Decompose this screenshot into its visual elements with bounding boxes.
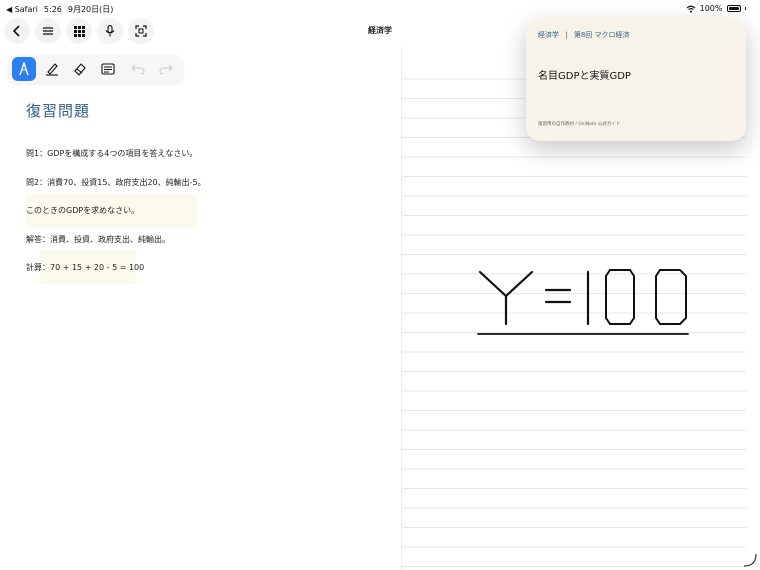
card-separator: |: [565, 31, 568, 39]
page-heading: 復習問題: [26, 102, 91, 120]
back-button[interactable]: [4, 18, 30, 44]
answer-line: 解答：消費、投資、政府支出、純輸出。: [26, 235, 170, 244]
page-margin: [746, 46, 760, 570]
pen-tool[interactable]: [12, 57, 36, 81]
redo-button[interactable]: [154, 57, 178, 81]
calculation-line: 計算：70 + 15 + 20 - 5 = 100: [26, 263, 145, 272]
redo-icon: [159, 64, 173, 75]
grid-icon: [73, 25, 85, 37]
handwritten-equals-stroke: [544, 288, 572, 304]
card-subject: 経済学: [538, 31, 559, 39]
back-to-app-link[interactable]: ◀ Safari: [6, 5, 38, 14]
status-time: 5:26: [43, 5, 62, 14]
text-box-tool[interactable]: [96, 57, 120, 81]
card-footer: 復習用の自作教材 / UniNote 公式ガイド: [538, 122, 621, 127]
wifi-icon: [686, 5, 695, 13]
battery-percent: 100%: [699, 4, 723, 13]
battery-tip: [744, 7, 746, 10]
notebook-title: 経済学: [368, 26, 392, 35]
eraser-tool[interactable]: [68, 57, 92, 81]
scan-button[interactable]: [128, 18, 154, 44]
question-1: 問1：GDPを構成する4つの項目を答えなさい。: [26, 149, 198, 158]
card-title: 名目GDPと実質GDP: [538, 71, 631, 82]
resize-corner-icon[interactable]: [742, 552, 758, 568]
status-date: 9月20日(日): [67, 5, 114, 14]
status-bar: ◀ Safari 5:26 9月20日(日) 100%: [0, 0, 760, 16]
question-2: 問2：消費70、投資15、政府支出20、純輸出-5。: [26, 178, 206, 187]
menu-button[interactable]: [35, 18, 61, 44]
grid-button[interactable]: [66, 18, 92, 44]
handwriting-y-equals-100: [477, 269, 689, 335]
tool-palette: [8, 55, 183, 83]
microphone-button[interactable]: [97, 18, 123, 44]
pen-icon: [19, 62, 29, 76]
scan-icon: [135, 25, 147, 37]
flashcard-popup[interactable]: 経済学 | 第8回 マクロ経済 名目GDPと実質GDP 復習用の自作教材 / U…: [526, 18, 746, 141]
handwritten-zero-stroke: [605, 269, 635, 325]
highlighter-icon: [46, 63, 58, 76]
card-lesson: 第8回 マクロ経済: [573, 31, 630, 39]
handwritten-y-stroke: [478, 270, 534, 326]
question-2-continued: このときのGDPを求めなさい。: [26, 206, 140, 215]
undo-button[interactable]: [126, 57, 150, 81]
left-page[interactable]: [0, 46, 401, 570]
handwritten-zero-stroke: [655, 269, 687, 325]
screen: ◀ Safari 5:26 9月20日(日) 100% 経済学 復習問題 問1：…: [0, 0, 760, 570]
menu-icon: [43, 27, 53, 35]
eraser-icon: [74, 63, 86, 76]
battery-icon: [726, 5, 741, 12]
highlighter-tool[interactable]: [40, 57, 64, 81]
back-icon: [12, 25, 20, 37]
card-header: 経済学 | 第8回 マクロ経済: [538, 30, 630, 40]
undo-icon: [131, 64, 145, 75]
text-box-icon: [101, 63, 115, 75]
microphone-icon: [105, 25, 115, 37]
